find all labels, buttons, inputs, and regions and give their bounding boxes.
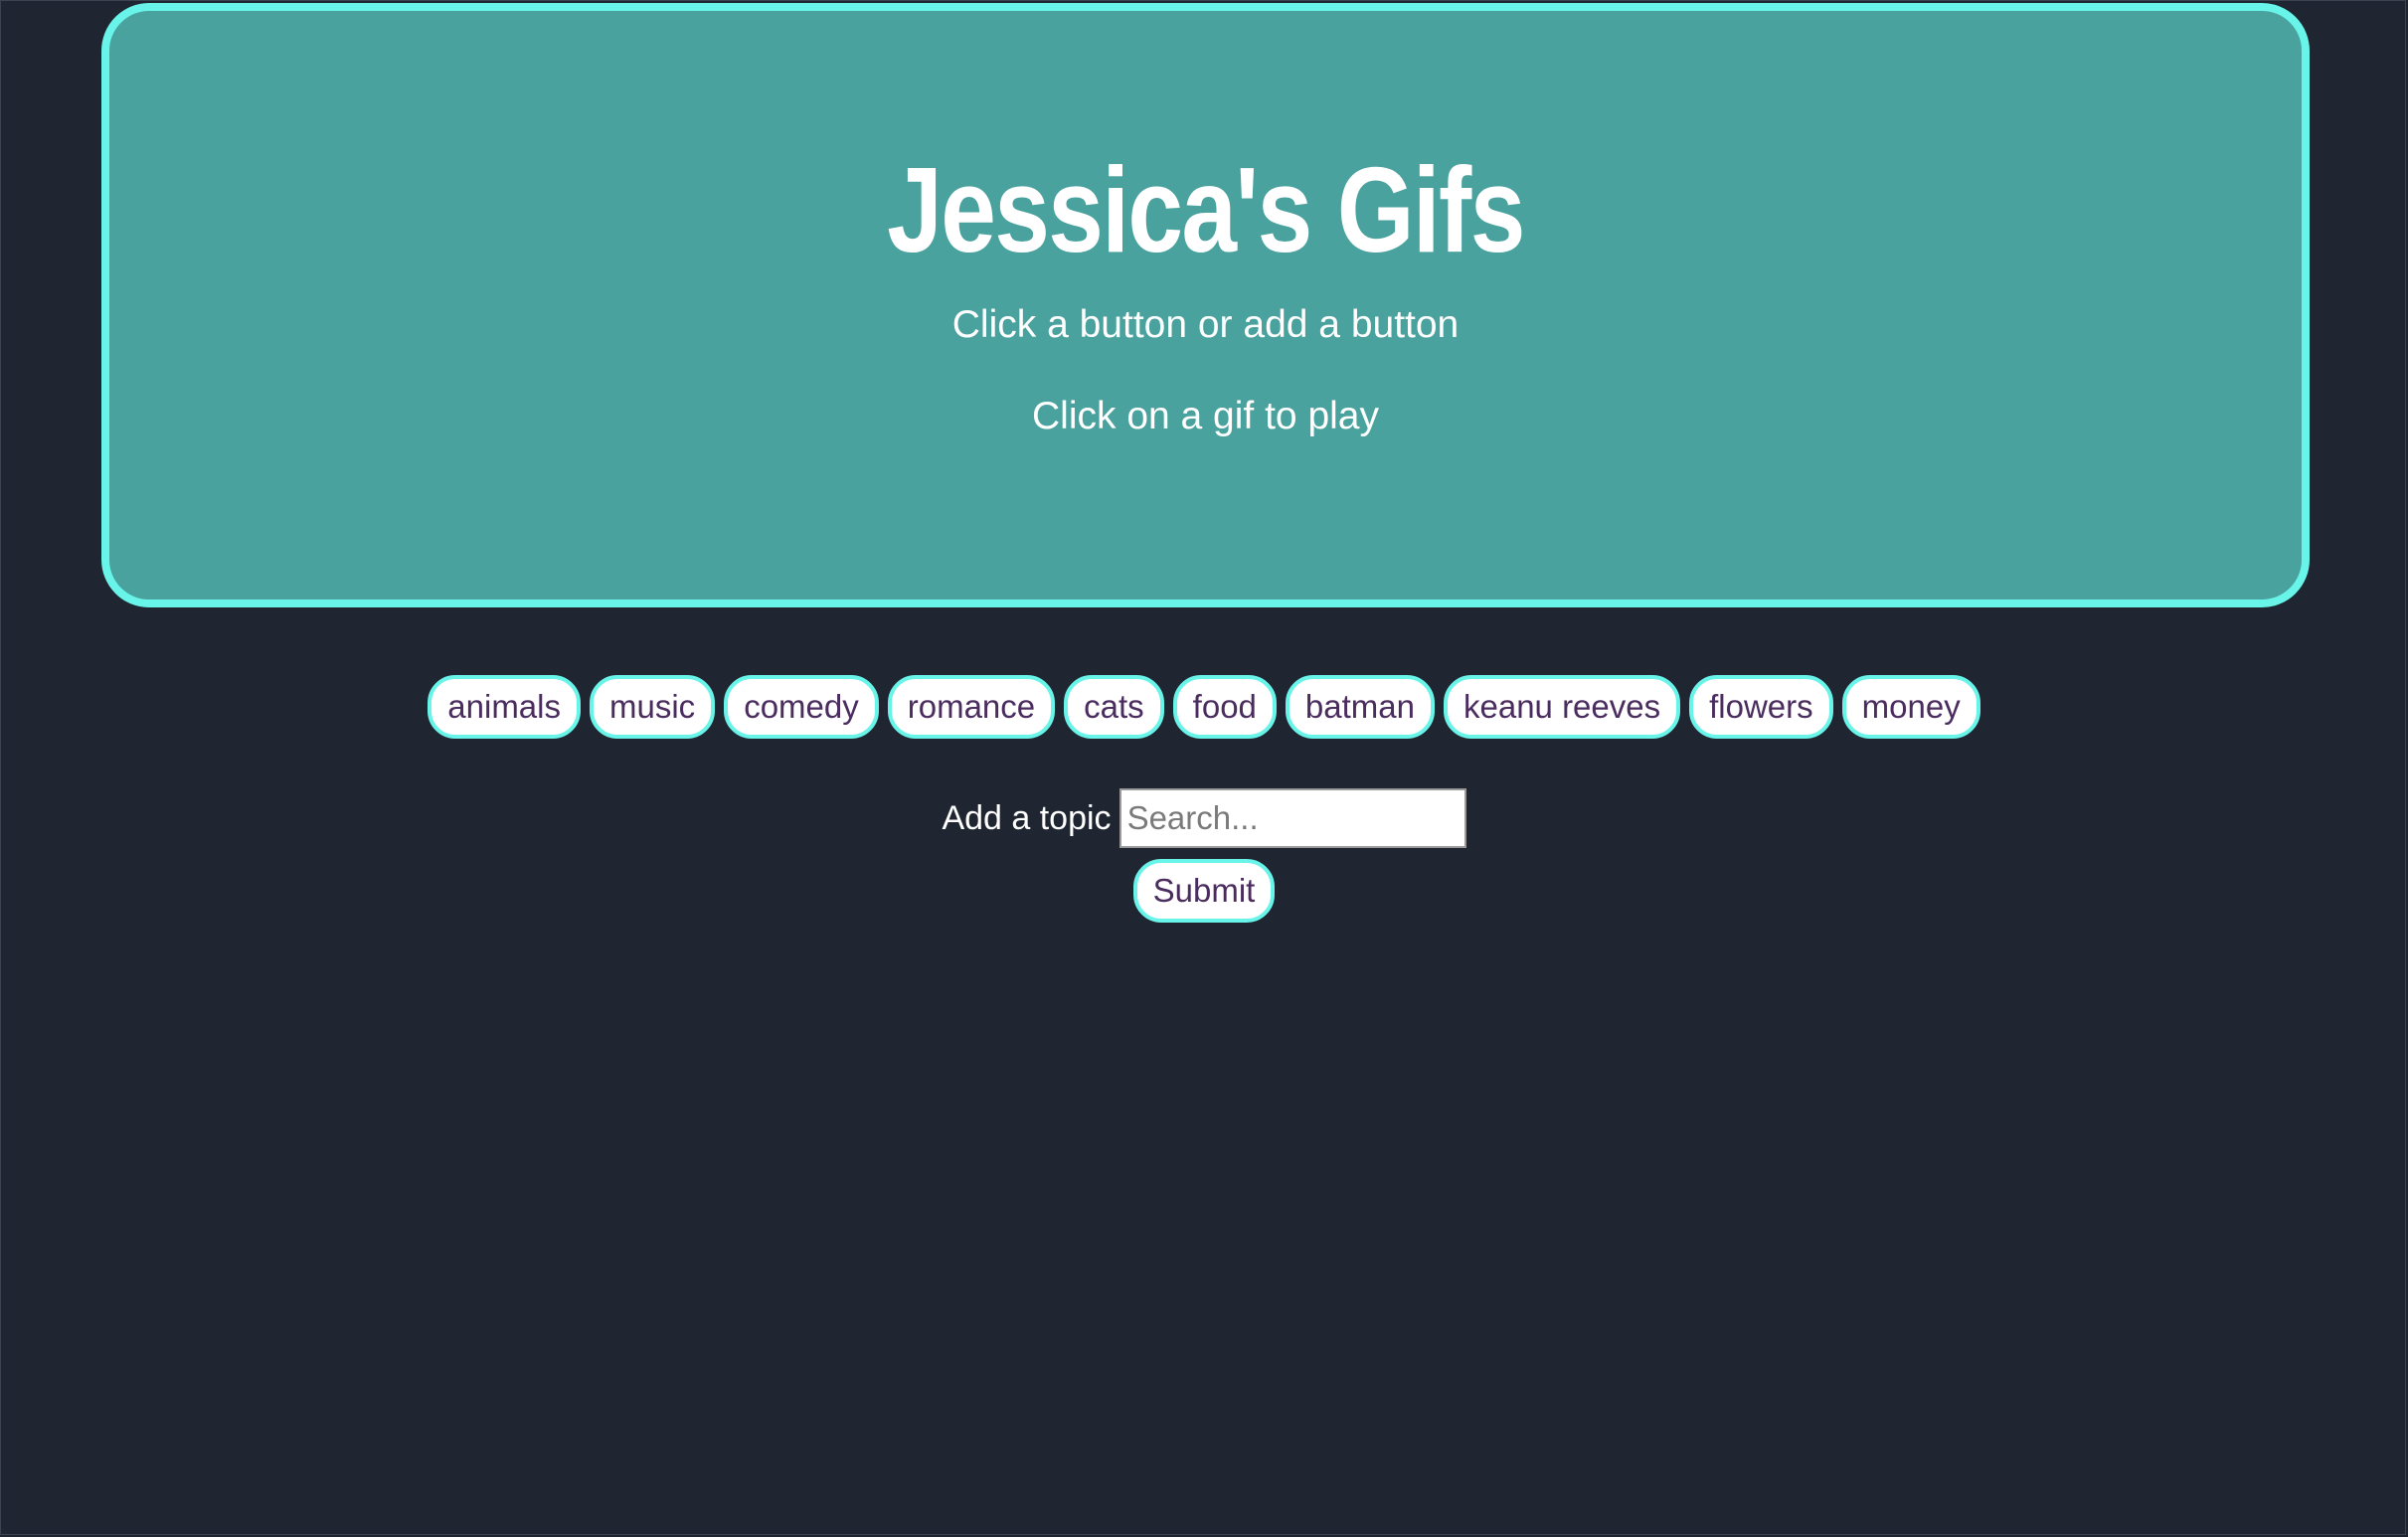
- page-subtitle: Click a button or add a button: [951, 303, 1460, 346]
- topic-button-keanu-reeves[interactable]: keanu reeves: [1443, 675, 1681, 739]
- search-input[interactable]: [1118, 788, 1466, 848]
- topic-button-money[interactable]: money: [1841, 675, 1980, 739]
- topic-button-batman[interactable]: batman: [1285, 675, 1435, 739]
- topic-button-comedy[interactable]: comedy: [724, 675, 879, 739]
- play-instruction: Click on a gif to play: [1031, 395, 1379, 437]
- add-topic-form: Add a topic: [0, 788, 2408, 848]
- topic-button-food[interactable]: food: [1172, 675, 1277, 739]
- topic-button-music[interactable]: music: [590, 675, 716, 739]
- submit-row: Submit: [0, 859, 2408, 923]
- topic-button-animals[interactable]: animals: [428, 675, 581, 739]
- submit-button[interactable]: Submit: [1132, 859, 1276, 923]
- page-title: Jessica's Gifs: [887, 142, 1525, 277]
- topic-buttons: animals music comedy romance cats food b…: [0, 675, 2408, 739]
- topic-button-cats[interactable]: cats: [1064, 675, 1164, 739]
- add-topic-label: Add a topic: [942, 799, 1112, 837]
- header-banner: Jessica's Gifs Click a button or add a b…: [101, 3, 2310, 607]
- topic-button-flowers[interactable]: flowers: [1689, 675, 1833, 739]
- topic-button-romance[interactable]: romance: [887, 675, 1056, 739]
